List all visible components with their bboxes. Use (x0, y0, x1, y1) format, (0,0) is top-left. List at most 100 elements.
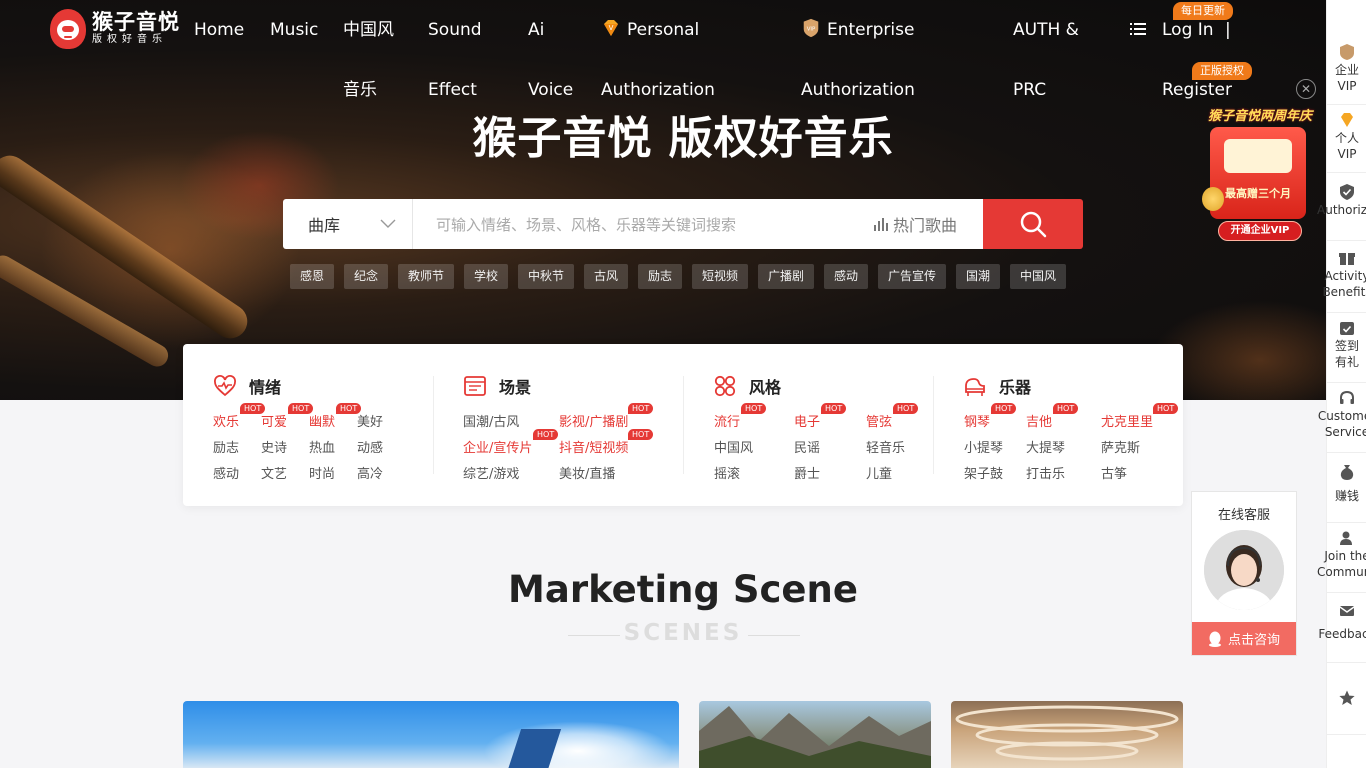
style-title[interactable]: 风格 (713, 374, 781, 398)
sidebar-label: Authorization (1317, 203, 1366, 217)
keyword[interactable]: 架子鼓 (964, 463, 1003, 482)
keyword[interactable]: 小提琴 (964, 437, 1003, 456)
keyword[interactable]: 美妆/直播 (559, 463, 615, 482)
keyword[interactable]: 钢琴 (964, 411, 990, 430)
hot-songs-link[interactable]: 热门歌曲 (873, 199, 983, 249)
consult-button[interactable]: 点击咨询 (1192, 622, 1296, 655)
sidebar-join-community[interactable]: Join the Community (1317, 530, 1366, 580)
sidebar-label: 赚钱 (1334, 489, 1359, 503)
keyword[interactable]: 热血 (309, 437, 335, 456)
keyword[interactable]: 幽默 (309, 411, 335, 430)
tag-item[interactable]: 感恩 (290, 264, 335, 289)
keyword[interactable]: 儿童 (866, 463, 892, 482)
keyword[interactable]: 管弦 (866, 411, 892, 430)
search-input[interactable]: 可输入情绪、场景、风格、乐器等关键词搜索 (413, 199, 873, 249)
bar-chart-icon (874, 218, 888, 231)
search-button[interactable] (983, 199, 1083, 249)
keyword[interactable]: 流行 (714, 411, 740, 430)
nav-music[interactable]: Music (270, 0, 318, 60)
tag-item[interactable]: 广播剧 (758, 264, 815, 289)
sidebar-customer-service[interactable]: Customer Service (1318, 390, 1366, 440)
vip-shield-icon: VIP (803, 18, 819, 38)
tag-item[interactable]: 纪念 (344, 264, 389, 289)
keyword[interactable]: 民谣 (794, 437, 820, 456)
sidebar-divider (1327, 382, 1366, 383)
keyword[interactable]: 动感 (357, 437, 383, 456)
calendar-check-icon (1340, 322, 1354, 335)
keyword[interactable]: 摇滚 (714, 463, 740, 482)
keyword[interactable]: 大提琴 (1026, 437, 1065, 456)
keyword[interactable]: 国潮/古风 (463, 411, 519, 430)
keyword[interactable]: 古筝 (1101, 463, 1127, 482)
list-menu-icon[interactable] (1130, 21, 1146, 37)
tag-item[interactable]: 国潮 (956, 264, 1001, 289)
tag-item[interactable]: 短视频 (692, 264, 749, 289)
keyword[interactable]: 萨克斯 (1101, 437, 1140, 456)
tag-item[interactable]: 感动 (824, 264, 869, 289)
keyword[interactable]: 企业/宣传片 (463, 437, 532, 456)
vip-shield-icon (1340, 44, 1354, 60)
sidebar-enterprise-vip[interactable]: 企业 VIP (1327, 44, 1366, 94)
keyword[interactable]: 欢乐 (213, 411, 239, 430)
nav-sound-effect[interactable]: Sound (428, 0, 482, 60)
keyword[interactable]: 影视/广播剧 (559, 411, 628, 430)
chevron-down-icon (380, 219, 396, 228)
tag-item[interactable]: 中国风 (1010, 264, 1067, 289)
scene-title[interactable]: 场景 (463, 374, 531, 398)
keyword[interactable]: 励志 (213, 437, 239, 456)
hot-badge: HOT (628, 403, 654, 414)
column-divider (433, 376, 434, 474)
open-vip-button[interactable]: 开通企业VIP (1218, 221, 1302, 241)
close-icon[interactable]: ✕ (1296, 79, 1316, 99)
keyword[interactable]: 抖音/短视频 (559, 437, 628, 456)
nav-personal-authorization[interactable]: V Personal (601, 0, 699, 60)
nav-label: Personal (627, 20, 700, 40)
instrument-title[interactable]: 乐器 (963, 374, 1031, 398)
mountain-shape (699, 706, 931, 768)
tag-item[interactable]: 古风 (584, 264, 629, 289)
nav-chinese-music[interactable]: 中国风 (343, 0, 394, 60)
keyword[interactable]: 时尚 (309, 463, 335, 482)
hero-title: 猴子音悦 版权好音乐 (472, 113, 894, 164)
sidebar-activity-benefits[interactable]: Activity Benefits (1322, 250, 1366, 300)
keyword[interactable]: 高冷 (357, 463, 383, 482)
sidebar-authorization[interactable]: Authorization (1317, 184, 1366, 218)
keyword[interactable]: 打击乐 (1026, 463, 1065, 482)
site-logo[interactable]: 猴子音悦 版权好音乐 (50, 9, 180, 49)
keyword[interactable]: 感动 (213, 463, 239, 482)
keyword[interactable]: 尤克里里 (1101, 411, 1153, 430)
sidebar-favorite[interactable] (1327, 690, 1366, 708)
scene-image-card[interactable] (183, 701, 679, 768)
tag-item[interactable]: 教师节 (398, 264, 455, 289)
keyword[interactable]: 文艺 (261, 463, 287, 482)
keyword[interactable]: 电子 (794, 411, 820, 430)
sidebar-earn-money[interactable]: 赚钱 (1327, 464, 1366, 504)
nav-ai-voice[interactable]: Ai (528, 0, 544, 60)
sidebar-sign-in[interactable]: 签到 有礼 (1327, 320, 1366, 370)
keyword[interactable]: 吉他 (1026, 411, 1052, 430)
search-category-select[interactable]: 曲库 (283, 199, 413, 249)
tag-item[interactable]: 广告宣传 (878, 264, 947, 289)
sidebar-label: Community (1317, 565, 1366, 579)
mood-title[interactable]: 情绪 (213, 374, 281, 398)
keyword[interactable]: 美好 (357, 411, 383, 430)
keyword[interactable]: 可爱 (261, 411, 287, 430)
anniversary-promo[interactable]: 猴子音悦两周年庆 最高赠三个月 开通企业VIP (1198, 105, 1322, 245)
tag-item[interactable]: 励志 (638, 264, 683, 289)
tag-item[interactable]: 中秋节 (518, 264, 575, 289)
keyword[interactable]: 史诗 (261, 437, 287, 456)
keyword[interactable]: 综艺/游戏 (463, 463, 519, 482)
sidebar-personal-vip[interactable]: 个人 VIP (1327, 112, 1366, 162)
keyword[interactable]: 轻音乐 (866, 437, 905, 456)
sidebar-feedback[interactable]: Feedback (1318, 604, 1366, 642)
nav-home[interactable]: Home (194, 0, 244, 60)
nav-auth-prc[interactable]: AUTH & (1013, 0, 1079, 60)
subtitle-line (748, 635, 800, 636)
keyword[interactable]: 中国风 (714, 437, 753, 456)
nav-enterprise-authorization[interactable]: VIP Enterprise (801, 0, 914, 60)
keyword[interactable]: 爵士 (794, 463, 820, 482)
scene-image-card[interactable] (699, 701, 931, 768)
tag-item[interactable]: 学校 (464, 264, 509, 289)
scene-image-card[interactable] (951, 701, 1183, 768)
architecture-shape (955, 705, 1179, 761)
